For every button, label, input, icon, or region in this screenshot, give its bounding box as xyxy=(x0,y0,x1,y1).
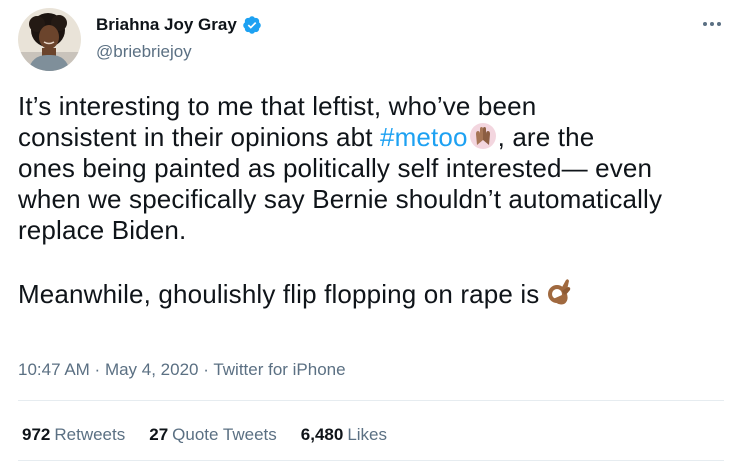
tweet-line-4: when we specifically say Bernie shouldn’… xyxy=(18,184,663,214)
hashtag-link[interactable]: #metoo xyxy=(380,122,468,152)
tweet-time[interactable]: 10:47 AM xyxy=(18,360,90,379)
meta-separator: · xyxy=(89,360,105,379)
likes-label: Likes xyxy=(347,425,387,444)
tweet-paragraph-2-text: Meanwhile, ghoulishly flip flopping on r… xyxy=(18,279,547,309)
tweet-line-2-tail: , are the xyxy=(497,122,595,152)
ok-hand-emoji-icon xyxy=(547,277,573,314)
divider xyxy=(18,460,724,461)
tweet-line-5: replace Biden. xyxy=(18,215,187,245)
tweet-line-3: ones being painted as politically self i… xyxy=(18,153,653,183)
likes-count: 6,480 xyxy=(300,425,344,444)
avatar[interactable] xyxy=(18,8,81,71)
tweet-card: Briahna Joy Gray @briebriejoy It’s inter… xyxy=(0,0,742,462)
display-name[interactable]: Briahna Joy Gray xyxy=(96,14,237,36)
author-name-row: Briahna Joy Gray xyxy=(96,14,262,36)
retweets-count: 972 xyxy=(22,425,51,444)
profile-photo-icon xyxy=(18,8,81,71)
verified-badge-icon xyxy=(242,15,262,35)
quote-tweets-count: 27 xyxy=(149,425,169,444)
tweet-paragraph-2: Meanwhile, ghoulishly flip flopping on r… xyxy=(18,277,730,309)
tweet-metadata: 10:47 AM · May 4, 2020 · Twitter for iPh… xyxy=(18,359,346,381)
more-options-icon[interactable] xyxy=(700,14,724,34)
quote-tweets-label: Quote Tweets xyxy=(172,425,277,444)
tweet-line-2-text: consistent in their opinions abt xyxy=(18,122,380,152)
likes-stat[interactable]: 6,480 Likes xyxy=(301,424,387,446)
raised-hands-emoji-icon xyxy=(468,122,498,157)
quote-tweets-stat[interactable]: 27 Quote Tweets xyxy=(149,424,277,446)
retweets-stat[interactable]: 972 Retweets xyxy=(22,424,125,446)
tweet-line-2: consistent in their opinions abt #metoo … xyxy=(18,122,730,153)
author-handle[interactable]: @briebriejoy xyxy=(96,41,192,63)
tweet-text: It’s interesting to me that leftist, who… xyxy=(18,91,730,309)
divider xyxy=(18,400,724,401)
meta-separator: · xyxy=(198,360,214,379)
tweet-line-1: It’s interesting to me that leftist, who… xyxy=(18,91,537,121)
retweets-label: Retweets xyxy=(54,425,126,444)
tweet-stats: 972 Retweets 27 Quote Tweets 6,480 Likes xyxy=(22,424,411,446)
tweet-source[interactable]: Twitter for iPhone xyxy=(213,360,345,379)
tweet-date[interactable]: May 4, 2020 xyxy=(105,360,199,379)
